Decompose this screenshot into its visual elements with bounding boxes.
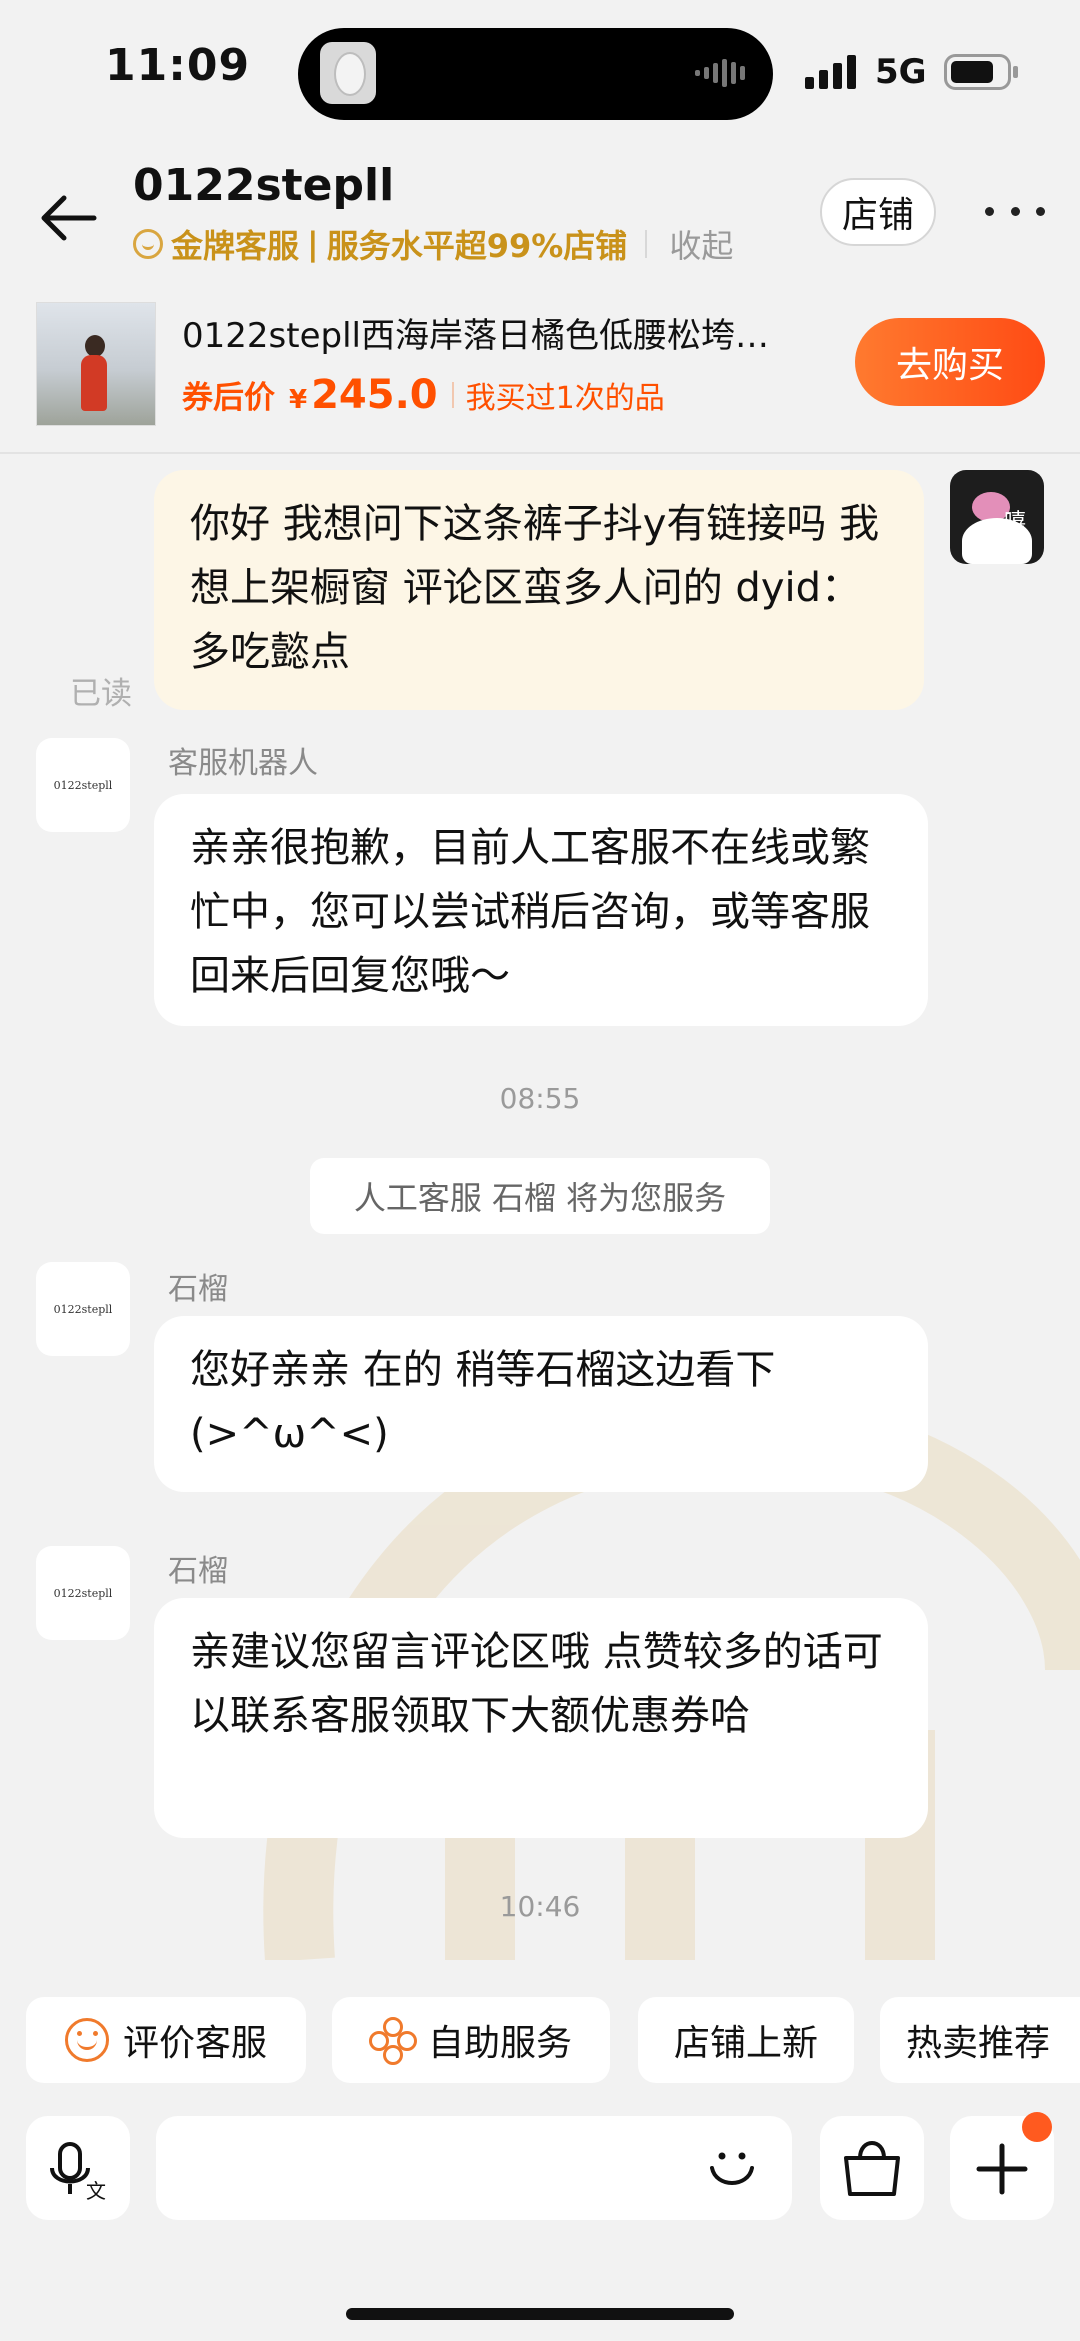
product-thumbnail[interactable] xyxy=(36,302,156,426)
store-button[interactable]: 店铺 xyxy=(820,178,936,246)
audio-wave-icon xyxy=(695,59,745,87)
service-level-label: 服务水平超99%店铺 xyxy=(326,227,628,265)
network-label: 5G xyxy=(875,52,927,92)
agent-message-bubble[interactable]: 亲建议您留言评论区哦 点赞较多的话可以联系客服领取下大额优惠券哈 xyxy=(154,1598,928,1838)
shop-avatar[interactable]: 0122stepll xyxy=(36,738,130,832)
microphone-icon: 文 xyxy=(50,2142,106,2203)
island-app-icon xyxy=(320,42,376,104)
signal-icon xyxy=(805,55,856,89)
timestamp: 10:46 xyxy=(499,1890,581,1923)
chip-label: 热卖推荐 xyxy=(906,2023,1051,2064)
price-row: 券后价 ¥ 245.0 我买过1次的品 xyxy=(182,372,665,418)
price-value: 245.0 xyxy=(311,372,438,418)
sender-name: 石榴 xyxy=(168,1554,228,1589)
apps-grid-icon xyxy=(368,2017,417,2065)
price-label: 券后价 xyxy=(182,380,275,416)
currency-symbol: ¥ xyxy=(289,385,308,415)
service-badge-row: 金牌客服 | 服务水平超99%店铺 收起 xyxy=(133,222,733,266)
my-message-bubble[interactable]: 你好 我想问下这条裤子抖y有链接吗 我想上架橱窗 评论区蛮多人问的 dyid：多… xyxy=(154,470,924,710)
system-notice: 人工客服 石榴 将为您服务 xyxy=(310,1158,770,1234)
shop-name[interactable]: 0122stepll xyxy=(133,160,394,211)
agent-message-bubble[interactable]: 亲亲很抱歉，目前人工客服不在线或繁忙中，您可以尝试稍后咨询，或等客服回来后回复您… xyxy=(154,794,928,1026)
store-new-chip[interactable]: 店铺上新 xyxy=(638,1997,854,2083)
bought-note: 我买过1次的品 xyxy=(465,381,665,416)
svg-text:文: 文 xyxy=(86,2179,106,2203)
shopping-bag-icon xyxy=(844,2141,900,2196)
self-service-chip[interactable]: 自助服务 xyxy=(332,1997,610,2083)
sender-name: 客服机器人 xyxy=(168,746,318,781)
shopping-bag-button[interactable] xyxy=(820,2116,924,2220)
avatar-caption: 嘻嘻 xyxy=(1004,510,1027,564)
back-arrow-icon[interactable] xyxy=(34,188,104,248)
collapse-link[interactable]: 收起 xyxy=(669,221,733,267)
product-title[interactable]: 0122stepll西海岸落日橘色低腰松垮… xyxy=(182,308,822,357)
emoji-icon[interactable] xyxy=(700,2136,764,2200)
chip-label: 店铺上新 xyxy=(673,2023,818,2064)
shop-avatar[interactable]: 0122stepll xyxy=(36,1546,130,1640)
buy-button[interactable]: 去购买 xyxy=(855,318,1045,406)
chip-label: 评价客服 xyxy=(122,2023,267,2064)
timestamp: 08:55 xyxy=(499,1082,581,1115)
smile-icon xyxy=(64,2018,109,2062)
gold-badge-label: 金牌客服 xyxy=(171,227,300,265)
rate-service-chip[interactable]: 评价客服 xyxy=(26,1997,306,2083)
hot-picks-chip[interactable]: 热卖推荐 xyxy=(880,1997,1080,2083)
battery-icon xyxy=(944,54,1018,90)
voice-input-button[interactable]: 文 xyxy=(26,2116,130,2220)
shop-avatar[interactable]: 0122stepll xyxy=(36,1262,130,1356)
notification-dot xyxy=(1022,2112,1052,2142)
divider xyxy=(451,382,454,408)
medal-icon xyxy=(133,229,163,259)
sender-name: 石榴 xyxy=(168,1272,228,1307)
divider xyxy=(645,230,648,258)
more-options-icon[interactable] xyxy=(985,194,1045,228)
badge-separator: | xyxy=(307,225,319,263)
agent-message-bubble[interactable]: 您好亲亲 在的 稍等石榴这边看下(>^ω^<) xyxy=(154,1316,928,1492)
my-avatar[interactable]: 嘻嘻 xyxy=(950,470,1044,564)
read-status: 已读 xyxy=(70,676,132,712)
home-indicator xyxy=(346,2308,734,2320)
status-time: 11:09 xyxy=(105,40,251,91)
chip-label: 自助服务 xyxy=(427,2023,572,2064)
message-input[interactable] xyxy=(156,2116,792,2220)
